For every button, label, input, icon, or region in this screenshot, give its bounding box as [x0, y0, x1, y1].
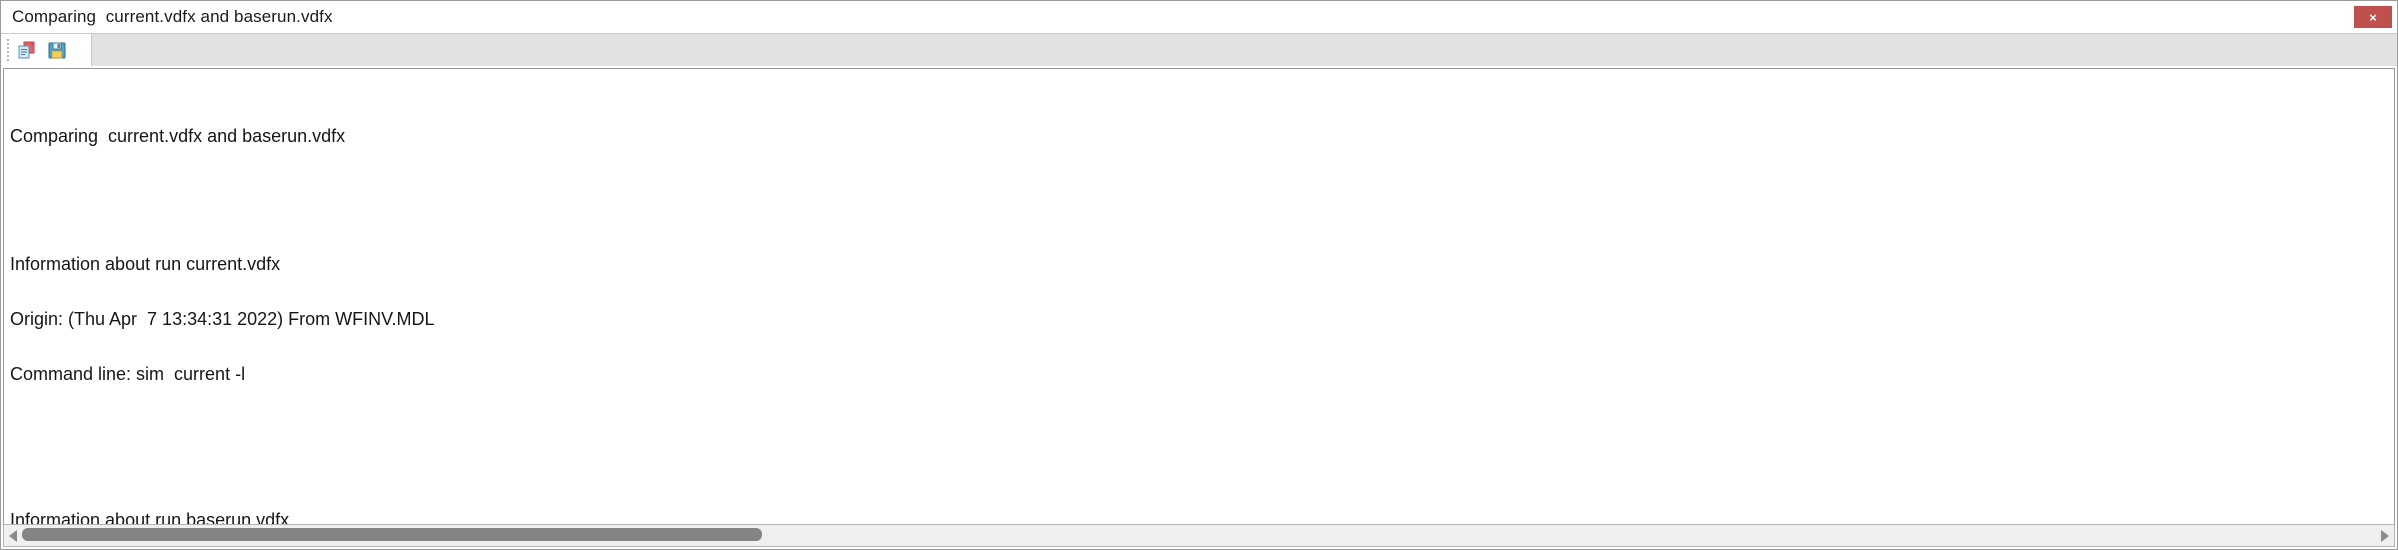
save-icon [48, 42, 66, 59]
toolbar-panel [1, 34, 92, 66]
horizontal-scrollbar[interactable] [3, 524, 2395, 547]
toolbar-empty-space [92, 34, 2397, 66]
run1-info: Information about run current.vdfx [10, 253, 281, 274]
run2-info: Information about run baserun.vdfx [10, 510, 290, 524]
chevron-left-icon [9, 529, 17, 542]
scrollbar-thumb[interactable] [22, 528, 762, 541]
chevron-right-icon [2381, 529, 2389, 542]
toolbar [1, 33, 2397, 66]
run1-command: Command line: sim current -l [10, 363, 246, 384]
report-heading: Comparing current.vdfx and baserun.vdfx [10, 125, 346, 146]
scroll-left-button[interactable] [4, 525, 22, 546]
run1-origin: Origin: (Thu Apr 7 13:34:31 2022) From W… [10, 308, 435, 329]
scrollbar-track[interactable] [22, 525, 2376, 546]
copy-icon [18, 41, 35, 59]
scroll-right-button[interactable] [2376, 525, 2394, 546]
title-bar: Comparing current.vdfx and baserun.vdfx … [1, 1, 2397, 33]
window-title: Comparing current.vdfx and baserun.vdfx [12, 7, 333, 26]
save-button[interactable] [42, 36, 72, 64]
close-icon: × [2369, 9, 2377, 25]
compare-runs-window: Comparing current.vdfx and baserun.vdfx … [0, 0, 2398, 550]
report-content: Comparing current.vdfx and baserun.vdfx … [10, 72, 2394, 524]
copy-button[interactable] [12, 36, 42, 64]
close-button[interactable]: × [2354, 6, 2392, 28]
toolbar-grip-handle[interactable] [3, 37, 12, 63]
report-text-area[interactable]: Comparing current.vdfx and baserun.vdfx … [3, 68, 2395, 524]
